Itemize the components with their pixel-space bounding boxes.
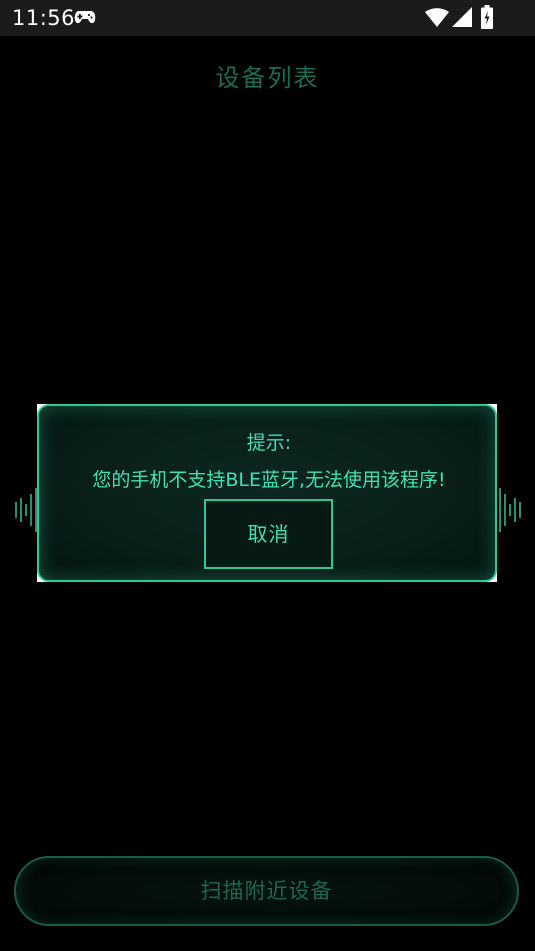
sound-wave-icon <box>499 488 521 532</box>
wifi-icon <box>425 8 449 27</box>
signal-icon <box>452 7 472 27</box>
dialog-message: 您的手机不支持BLE蓝牙,无法使用该程序! <box>92 469 446 491</box>
dialog-panel: 提示: 您的手机不支持BLE蓝牙,无法使用该程序! 取消 <box>37 404 497 582</box>
scan-nearby-devices-button[interactable]: 扫描附近设备 <box>14 856 519 926</box>
gamepad-icon <box>74 11 96 24</box>
status-bar: 11:56 <box>0 0 535 36</box>
sound-wave-icon <box>15 488 37 532</box>
alert-dialog: 提示: 您的手机不支持BLE蓝牙,无法使用该程序! 取消 <box>37 404 497 582</box>
screen: 11:56 设备列表 提示: 您的手机不支持BLE蓝牙,无法使用该程序! 取消 … <box>0 0 535 951</box>
battery-icon <box>481 5 493 29</box>
cancel-button[interactable]: 取消 <box>204 499 333 569</box>
dialog-title: 提示: <box>246 432 292 454</box>
status-time: 11:56 <box>12 6 76 30</box>
